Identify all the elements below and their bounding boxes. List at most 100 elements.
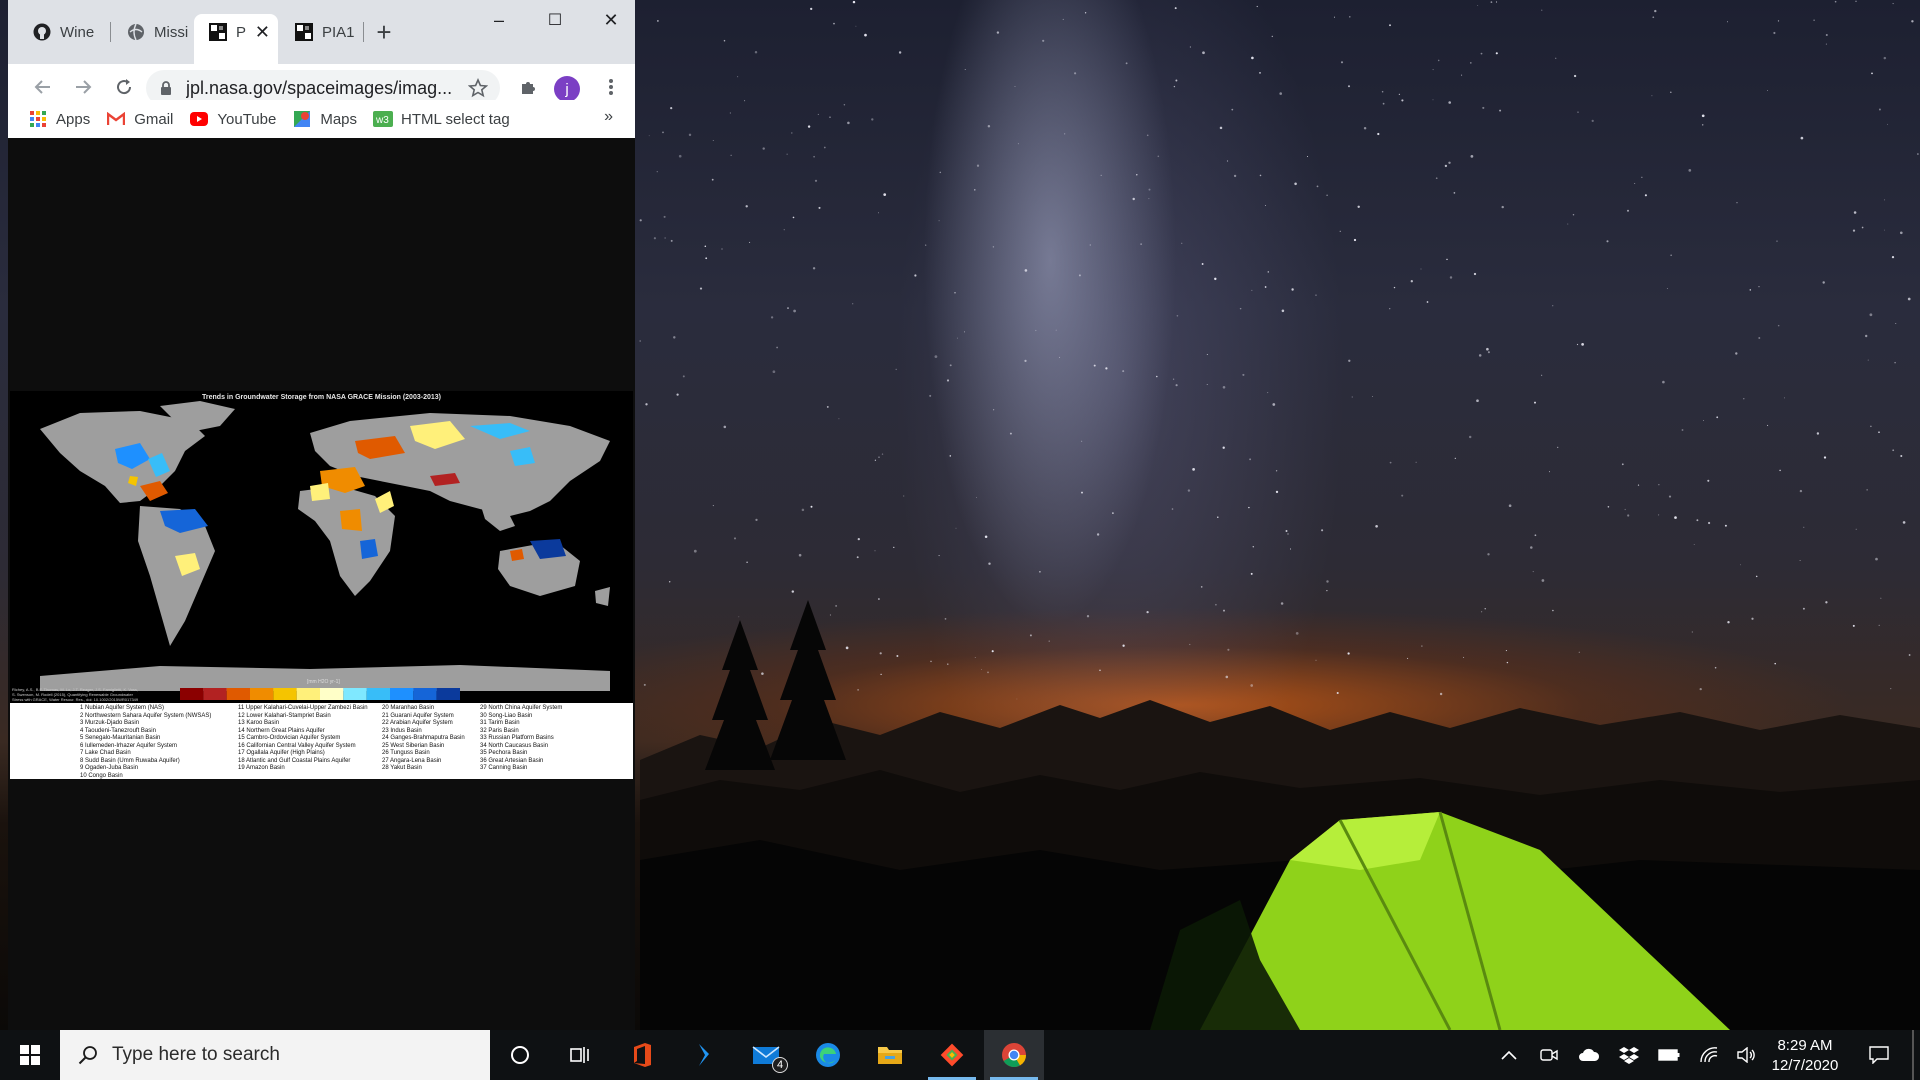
menu-button[interactable] xyxy=(596,72,626,102)
new-tab-button[interactable]: + xyxy=(370,17,398,47)
legend-column-4: 29 North China Aquifer System 30 Song-Lia… xyxy=(480,705,562,773)
battery-icon xyxy=(1658,1049,1680,1061)
legend-entry: 30 Song-Liao Basin xyxy=(480,712,533,719)
bookmark-apps[interactable]: Apps xyxy=(28,109,90,129)
browser-window: Wine Missi P ✕ PIA1 + – ☐ ✕ jpl.nasa.gov… xyxy=(8,0,635,1030)
colorbar-label: [mm H2O yr-1] xyxy=(307,679,340,685)
colorbar-swatch xyxy=(413,688,437,700)
legend-entry: 16 Californian Central Valley Aquifer Sy… xyxy=(238,742,356,749)
legend-entry: 29 North China Aquifer System xyxy=(480,705,563,711)
legend-entry: 9 Ogaden-Juba Basin xyxy=(80,765,139,771)
visual-studio-app[interactable] xyxy=(674,1030,734,1080)
legend-entry: 1 Nubian Aquifer System (NAS) xyxy=(80,705,165,711)
battery-tray[interactable] xyxy=(1656,1042,1682,1068)
onedrive-tray[interactable] xyxy=(1576,1042,1602,1068)
legend-column-3: 20 Maranhao Basin 21 Guarani Aquifer Syst… xyxy=(382,705,465,773)
edge-browser-app[interactable] xyxy=(798,1030,858,1080)
bookmark-youtube[interactable]: YouTube xyxy=(189,109,276,129)
cortana-button[interactable] xyxy=(490,1030,550,1080)
taskbar-clock[interactable]: 8:29 AM 12/7/2020 xyxy=(1760,1036,1850,1076)
colorbar-swatch xyxy=(203,688,227,700)
legend-entry: 31 Tarim Basin xyxy=(480,720,520,726)
cortana-circle-icon xyxy=(511,1046,529,1064)
profile-avatar[interactable]: j xyxy=(554,76,580,102)
bookmark-label: YouTube xyxy=(217,110,277,128)
legend-entry: 32 Paris Basin xyxy=(480,727,519,734)
puzzle-piece-icon xyxy=(522,82,535,94)
github-icon xyxy=(32,22,52,42)
mail-app[interactable]: 4 xyxy=(736,1030,796,1080)
chrome-app[interactable] xyxy=(984,1030,1044,1080)
legend-entry: 24 Ganges-Brahmaputra Basin xyxy=(382,735,465,741)
vs-installer-icon xyxy=(699,1044,709,1066)
search-placeholder: Type here to search xyxy=(112,1044,280,1065)
bookmark-gmail[interactable]: Gmail xyxy=(106,109,173,129)
tab-title: Missi xyxy=(154,23,189,41)
legend-entry: 33 Russian Platform Basins xyxy=(480,735,554,741)
legend-entry: 2 Northwestern Sahara Aquifer System (NW… xyxy=(80,712,212,719)
extensions-button[interactable] xyxy=(513,72,543,102)
legend-entry: 37 Canning Basin xyxy=(480,765,528,771)
show-hidden-icons-button[interactable] xyxy=(1496,1042,1522,1068)
tab-title: P xyxy=(236,23,247,41)
bookmark-label: HTML select tag xyxy=(401,110,510,128)
cloud-icon xyxy=(1579,1048,1600,1061)
bookmark-maps[interactable]: Maps xyxy=(292,109,357,129)
tab-separator xyxy=(363,22,364,42)
tab-pia[interactable]: PIA1 xyxy=(280,14,362,50)
taskbar-search-box[interactable]: Type here to search xyxy=(60,1030,490,1080)
dropbox-tray[interactable] xyxy=(1616,1042,1642,1068)
task-view-button[interactable] xyxy=(550,1030,610,1080)
speaker-icon xyxy=(1737,1047,1755,1063)
video-camera-icon xyxy=(1540,1049,1558,1061)
colorbar-swatch xyxy=(226,688,250,700)
forward-button[interactable] xyxy=(68,72,98,102)
legend-entry: 26 Tunguss Basin xyxy=(382,750,430,756)
colorbar-swatch xyxy=(320,688,344,700)
file-explorer-app[interactable] xyxy=(860,1030,920,1080)
legend-entry: 3 Murzuk-Djado Basin xyxy=(80,720,140,726)
page-viewport: Trends in Groundwater Storage from NASA … xyxy=(8,138,635,1030)
taskbar: Type here to search 4 8:29 AM 12/7/2020 xyxy=(0,1030,1920,1080)
close-window-button[interactable]: ✕ xyxy=(588,6,634,34)
legend-entry: 36 Great Artesian Basin xyxy=(480,757,544,764)
bookmark-html-select-tag[interactable]: w3 HTML select tag xyxy=(373,109,510,129)
close-tab-icon[interactable]: ✕ xyxy=(255,22,270,43)
git-diamond-icon xyxy=(940,1043,964,1067)
minimize-button[interactable]: – xyxy=(476,6,522,34)
legend-entry: 11 Upper Kalahari-Cuvelai-Upper Zambezi … xyxy=(238,705,368,711)
bookmarks-overflow-button[interactable]: » xyxy=(604,108,613,126)
meet-now-tray[interactable] xyxy=(1536,1042,1562,1068)
bookmark-label: Maps xyxy=(320,110,358,128)
nasa-image-icon xyxy=(294,22,314,42)
nasa-image-icon xyxy=(208,22,228,42)
kebab-menu-icon xyxy=(609,79,613,95)
groundwater-trends-image[interactable]: Trends in Groundwater Storage from NASA … xyxy=(10,391,633,779)
action-center-button[interactable] xyxy=(1866,1042,1892,1068)
tab-missi[interactable]: Missi xyxy=(112,14,192,50)
show-desktop-button[interactable] xyxy=(1912,1030,1914,1080)
back-button[interactable] xyxy=(28,72,58,102)
reload-button[interactable] xyxy=(109,72,139,102)
colorbar-swatch xyxy=(436,688,460,700)
youtube-icon xyxy=(189,109,209,129)
office-app[interactable] xyxy=(612,1030,672,1080)
bookmark-label: Apps xyxy=(56,110,91,128)
volume-tray[interactable] xyxy=(1734,1042,1760,1068)
maximize-button[interactable]: ☐ xyxy=(532,6,578,34)
w3schools-icon: w3 xyxy=(373,109,394,129)
world-map xyxy=(40,401,610,700)
legend-entry: 19 Amazon Basin xyxy=(238,765,285,771)
network-tray[interactable] xyxy=(1696,1042,1722,1068)
legend-entry: 35 Pechora Basin xyxy=(480,750,528,756)
tab-active-image[interactable]: P ✕ xyxy=(194,14,278,64)
git-app[interactable] xyxy=(922,1030,982,1080)
legend-entry: 25 West Siberian Basin xyxy=(382,742,445,749)
colorbar-swatch xyxy=(180,688,204,700)
start-button[interactable] xyxy=(0,1030,60,1080)
windows-logo-icon xyxy=(20,1045,40,1065)
url-text: jpl.nasa.gov/spaceimages/imag... xyxy=(186,77,453,98)
tab-wine[interactable]: Wine xyxy=(18,14,108,50)
chrome-icon xyxy=(1002,1043,1026,1068)
legend-entry: 18 Atlantic and Gulf Coastal Plains Aqui… xyxy=(238,757,351,764)
